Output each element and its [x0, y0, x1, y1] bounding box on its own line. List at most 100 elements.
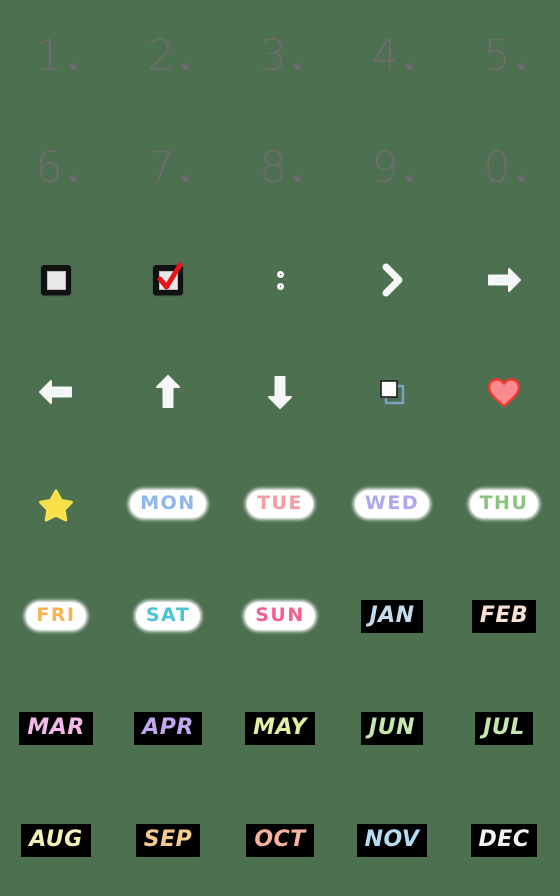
sticker-cell: JAN [336, 560, 448, 672]
month-sticker[interactable]: JUN [361, 711, 423, 745]
sticker-cell: MON [112, 448, 224, 560]
month-sticker[interactable]: APR [134, 711, 202, 745]
weekday-sticker[interactable]: SUN [245, 602, 315, 630]
sticker-cell [448, 336, 560, 448]
weekday-sticker[interactable]: THU [469, 490, 539, 518]
numeral-period-dot [69, 174, 77, 182]
numeral-digit: 7 [147, 142, 176, 193]
numeral-period-dot [69, 62, 77, 70]
copy-icon[interactable] [377, 377, 407, 407]
numeral-sticker[interactable]: 1 [35, 30, 77, 81]
ballot-box-inner [46, 270, 66, 290]
heart-icon[interactable] [487, 377, 521, 408]
sticker-cell: 9 [336, 112, 448, 224]
numeral-sticker[interactable]: 6 [35, 142, 77, 193]
numeral-digit: 8 [259, 142, 288, 193]
sticker-cell: JUN [336, 672, 448, 784]
two-dots-icon[interactable] [276, 270, 284, 290]
sticker-cell: APR [112, 672, 224, 784]
month-sticker[interactable]: AUG [21, 823, 91, 857]
sticker-cell: SEP [112, 784, 224, 896]
star-icon[interactable] [38, 487, 74, 522]
sticker-cell: 6 [0, 112, 112, 224]
numeral-digit: 9 [371, 142, 400, 193]
weekday-sticker[interactable]: TUE [247, 490, 313, 518]
month-sticker[interactable]: NOV [356, 823, 428, 857]
numeral-sticker[interactable]: 5 [483, 30, 525, 81]
sticker-cell: THU [448, 448, 560, 560]
sticker-cell: FRI [0, 560, 112, 672]
sticker-cell: 0 [448, 112, 560, 224]
numeral-digit: 1 [35, 30, 64, 81]
numeral-period-dot [181, 62, 189, 70]
month-sticker[interactable]: FEB [471, 599, 537, 633]
weekday-sticker[interactable]: MON [130, 490, 206, 518]
sticker-cell: SAT [112, 560, 224, 672]
sticker-cell: 1 [0, 0, 112, 112]
sticker-cell [448, 224, 560, 336]
numeral-period-dot [293, 62, 301, 70]
numeral-period-dot [405, 62, 413, 70]
chevron-right-icon[interactable] [375, 261, 409, 299]
sticker-cell: MAY [224, 672, 336, 784]
sticker-cell: MAR [0, 672, 112, 784]
arrow-down-icon[interactable] [260, 372, 300, 412]
month-sticker[interactable]: MAR [19, 711, 93, 745]
month-sticker[interactable]: MAY [245, 711, 315, 745]
sticker-cell: 5 [448, 0, 560, 112]
numeral-digit: 0 [483, 142, 512, 193]
numeral-period-dot [405, 174, 413, 182]
month-sticker[interactable]: DEC [470, 823, 538, 857]
sticker-grid: 1 2 3 4 5 6 7 8 9 0 MON TUE WED THU FRI SAT SUN JAN FEB MAR… [0, 0, 560, 896]
month-sticker[interactable]: OCT [246, 823, 314, 857]
month-sticker[interactable]: JAN [361, 599, 423, 633]
sticker-cell [0, 336, 112, 448]
sticker-cell: NOV [336, 784, 448, 896]
numeral-digit: 5 [483, 30, 512, 81]
weekday-sticker[interactable]: SAT [135, 602, 201, 630]
sticker-cell: 7 [112, 112, 224, 224]
sticker-cell: AUG [0, 784, 112, 896]
numeral-sticker[interactable]: 0 [483, 142, 525, 193]
sticker-cell: FEB [448, 560, 560, 672]
arrow-left-icon[interactable] [36, 372, 76, 412]
dot [276, 270, 284, 278]
sticker-cell: SUN [224, 560, 336, 672]
sticker-cell: 3 [224, 0, 336, 112]
numeral-period-dot [517, 62, 525, 70]
arrow-right-icon[interactable] [484, 260, 524, 300]
check-mark-icon [157, 262, 183, 290]
ballot-box-with-check-icon[interactable] [153, 262, 183, 295]
sticker-cell [224, 336, 336, 448]
numeral-sticker[interactable]: 9 [371, 142, 413, 193]
ballot-box-empty-icon[interactable] [41, 265, 71, 295]
numeral-digit: 6 [35, 142, 64, 193]
sticker-cell [336, 224, 448, 336]
numeral-period-dot [517, 174, 525, 182]
sticker-cell [112, 336, 224, 448]
sticker-cell: 2 [112, 0, 224, 112]
numeral-sticker[interactable]: 7 [147, 142, 189, 193]
sticker-cell: 4 [336, 0, 448, 112]
numeral-period-dot [293, 174, 301, 182]
sticker-cell [0, 224, 112, 336]
sticker-cell: TUE [224, 448, 336, 560]
numeral-sticker[interactable]: 3 [259, 34, 301, 78]
month-sticker[interactable]: SEP [135, 823, 201, 857]
numeral-digit: 4 [371, 30, 400, 81]
sticker-cell: OCT [224, 784, 336, 896]
sticker-cell [224, 224, 336, 336]
numeral-sticker[interactable]: 4 [371, 30, 413, 81]
weekday-sticker[interactable]: WED [354, 490, 430, 518]
numeral-sticker[interactable]: 8 [259, 142, 301, 193]
month-sticker[interactable]: JUL [475, 711, 533, 745]
sticker-cell [0, 448, 112, 560]
numeral-digit: 2 [147, 30, 176, 81]
weekday-sticker[interactable]: FRI [26, 602, 86, 630]
sticker-cell [336, 336, 448, 448]
sticker-cell: WED [336, 448, 448, 560]
arrow-up-icon[interactable] [148, 372, 188, 412]
numeral-sticker[interactable]: 2 [147, 30, 189, 81]
sticker-cell: JUL [448, 672, 560, 784]
sticker-cell: 8 [224, 112, 336, 224]
